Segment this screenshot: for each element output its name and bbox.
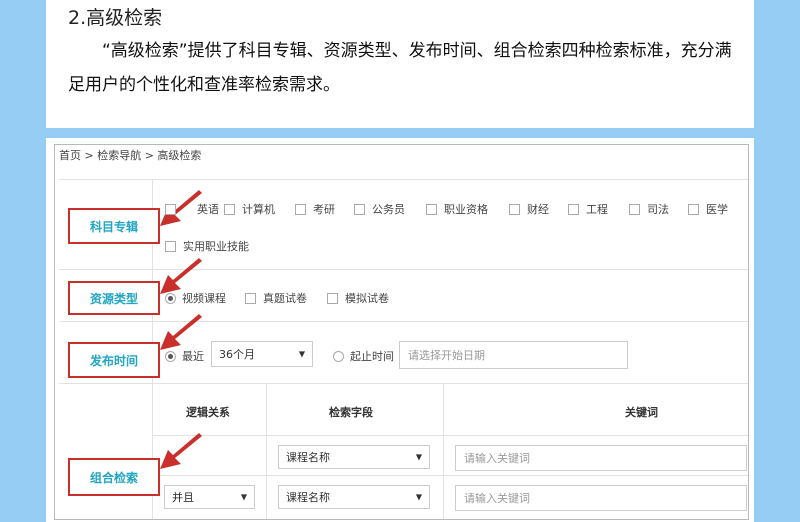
subject-checkbox-kaoyan[interactable]: 考研 — [295, 201, 335, 217]
chevron-down-icon: ▼ — [415, 452, 422, 462]
column-divider — [443, 383, 444, 519]
keyword-input[interactable]: 请输入关键词 — [455, 445, 747, 471]
col-header-keyword: 关键词 — [625, 406, 658, 419]
chevron-down-icon: ▼ — [240, 492, 247, 502]
subject-checkbox-law[interactable]: 司法 — [629, 201, 669, 217]
subject-checkbox-civil-servant[interactable]: 公务员 — [354, 201, 405, 217]
section-title: 2.高级检索 — [68, 7, 163, 29]
description-paragraph: “高级检索”提供了科目专辑、资源类型、发布时间、组合检索四种检索标准，充分满足用… — [68, 41, 732, 95]
subject-checkbox-medicine[interactable]: 医学 — [688, 201, 728, 217]
checkbox-icon — [354, 203, 365, 215]
radio-icon — [333, 350, 344, 362]
col-header-field: 检索字段 — [329, 406, 373, 419]
document-section: 2.高级检索 “高级检索”提供了科目专辑、资源类型、发布时间、组合检索四种检索标… — [46, 0, 754, 128]
checkbox-icon — [295, 203, 306, 215]
combined-search-label: 组合检索 — [68, 458, 160, 496]
checkbox-icon — [568, 203, 579, 215]
resource-radio-video[interactable]: 视频课程 — [165, 290, 226, 306]
logic-select[interactable]: 并且 ▼ — [164, 485, 255, 509]
keyword-input[interactable]: 请输入关键词 — [455, 485, 747, 511]
subject-checkbox-vocational[interactable]: 实用职业技能 — [165, 238, 249, 254]
subject-checkbox-finance[interactable]: 财经 — [509, 201, 549, 217]
resource-type-label: 资源类型 — [68, 281, 160, 315]
checkbox-icon — [165, 240, 176, 252]
subject-checkbox-computer[interactable]: 计算机 — [224, 201, 275, 217]
resource-checkbox-mock[interactable]: 模拟试卷 — [327, 290, 389, 306]
start-date-input[interactable]: 请选择开始日期 — [399, 341, 628, 369]
publish-time-label: 发布时间 — [68, 342, 160, 378]
chevron-down-icon: ▼ — [298, 349, 305, 359]
row-divider — [152, 435, 748, 436]
red-arrow-icon — [160, 433, 202, 469]
radio-selected-icon — [165, 350, 176, 362]
col-header-logic: 逻辑关系 — [186, 406, 230, 419]
checkbox-icon — [245, 292, 256, 304]
recent-months-select[interactable]: 36个月 ▼ — [211, 341, 313, 367]
checkbox-icon — [327, 292, 338, 304]
row-divider — [152, 475, 748, 476]
column-divider — [266, 383, 267, 519]
row-divider — [59, 179, 748, 180]
subject-checkbox-english[interactable]: 英语 — [165, 201, 219, 217]
time-radio-range[interactable]: 起止时间 — [333, 348, 394, 364]
row-divider — [59, 383, 748, 384]
checkbox-icon — [509, 203, 520, 215]
subject-checkbox-engineering[interactable]: 工程 — [568, 201, 608, 217]
checkbox-icon — [224, 203, 235, 215]
search-field-select[interactable]: 课程名称 ▼ — [278, 485, 430, 509]
chevron-down-icon: ▼ — [415, 492, 422, 502]
breadcrumb: 首页 > 检索导航 > 高级检索 — [59, 149, 202, 162]
subject-label: 科目专辑 — [68, 208, 160, 244]
checkbox-icon — [688, 203, 699, 215]
time-radio-recent[interactable]: 最近 — [165, 348, 204, 364]
radio-selected-icon — [165, 292, 176, 304]
checkbox-icon — [629, 203, 640, 215]
search-field-select[interactable]: 课程名称 ▼ — [278, 445, 430, 469]
resource-checkbox-exam[interactable]: 真题试卷 — [245, 290, 307, 306]
subject-checkbox-qualification[interactable]: 职业资格 — [426, 201, 488, 217]
red-arrow-icon — [160, 314, 202, 350]
checkbox-icon — [165, 203, 176, 215]
advanced-search-screenshot: 首页 > 检索导航 > 高级检索 科目专辑 资源类型 发布时间 组合检索 英语 … — [54, 144, 749, 520]
checkbox-icon — [426, 203, 437, 215]
